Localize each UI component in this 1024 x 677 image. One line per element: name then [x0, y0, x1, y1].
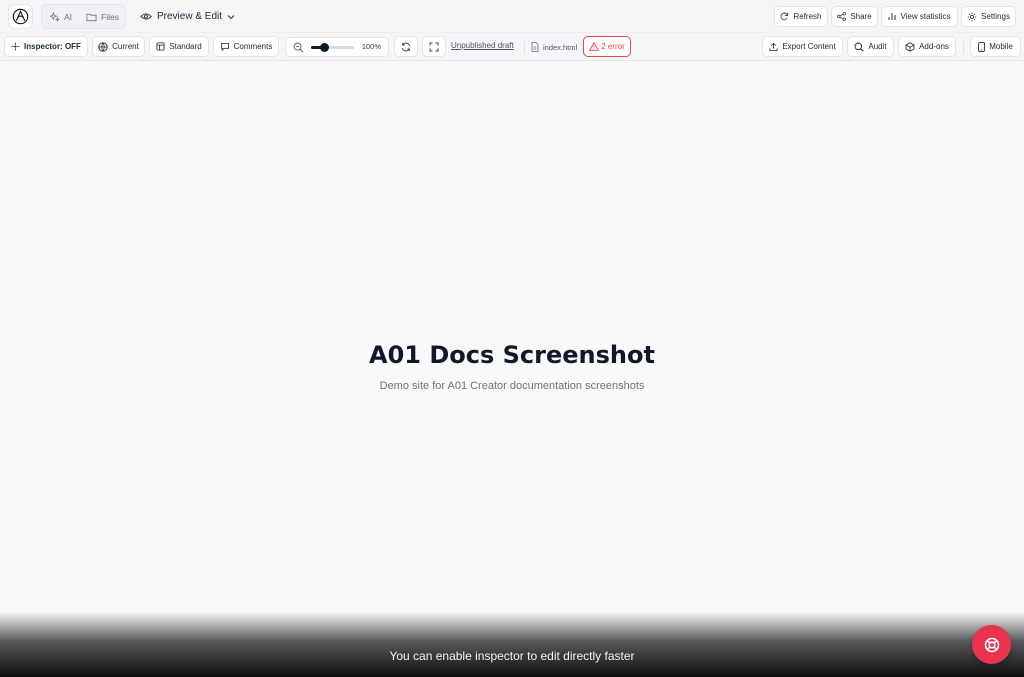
- tab-files[interactable]: Files: [86, 5, 119, 28]
- error-count-label: 2 error: [601, 42, 625, 51]
- zoom-slider[interactable]: [311, 43, 354, 52]
- view-mode-label: Preview & Edit: [157, 11, 223, 22]
- warning-triangle-icon: [589, 42, 600, 51]
- comments-label: Comments: [233, 42, 273, 51]
- standard-layout-button[interactable]: Standard: [149, 36, 209, 57]
- top-bar: AI Files Preview & Edit Refresh Share Vi…: [0, 0, 1024, 33]
- search-icon: [854, 42, 865, 52]
- file-name-label: index.html: [543, 42, 578, 52]
- app-logo[interactable]: [8, 4, 33, 29]
- inspector-label: Inspector: OFF: [24, 42, 81, 51]
- fullscreen-button[interactable]: [422, 36, 446, 57]
- tab-ai[interactable]: AI: [50, 5, 72, 28]
- unpublished-draft-link[interactable]: Unpublished draft: [451, 41, 514, 50]
- zoom-control: 100%: [285, 37, 389, 57]
- toolbar-divider: [524, 41, 525, 54]
- preview-page-title: A01 Docs Screenshot: [369, 341, 655, 369]
- mobile-label: Mobile: [989, 42, 1013, 51]
- bar-chart-icon: [888, 13, 897, 20]
- rotate-button[interactable]: [394, 36, 418, 57]
- refresh-icon: [780, 12, 789, 21]
- globe-icon: [98, 41, 108, 52]
- comments-button[interactable]: Comments: [213, 36, 279, 57]
- add-ons-label: Add-ons: [919, 42, 949, 51]
- fullscreen-icon: [429, 42, 439, 51]
- error-count-button[interactable]: 2 error: [583, 36, 631, 57]
- share-label: Share: [850, 12, 872, 21]
- gear-icon: [967, 12, 977, 21]
- share-icon: [837, 12, 847, 21]
- refresh-button[interactable]: Refresh: [774, 6, 828, 27]
- sync-icon: [401, 42, 411, 51]
- upload-icon: [769, 42, 778, 51]
- toolbar-divider-right: [963, 41, 964, 54]
- lifebuoy-icon: [984, 637, 999, 652]
- view-mode-dropdown[interactable]: Preview & Edit: [140, 8, 235, 25]
- sparkles-icon: [50, 11, 60, 22]
- zoom-percentage: 100%: [361, 42, 381, 51]
- standard-label: Standard: [169, 42, 202, 51]
- smartphone-icon: [978, 41, 986, 52]
- comment-icon: [220, 42, 229, 51]
- view-statistics-button[interactable]: View statistics: [881, 6, 958, 27]
- share-button[interactable]: Share: [831, 6, 878, 27]
- logo-icon: [12, 8, 29, 25]
- zoom-slider-thumb[interactable]: [319, 43, 329, 52]
- layout-icon: [156, 42, 165, 51]
- inspector-toggle[interactable]: Inspector: OFF: [4, 36, 88, 57]
- zoom-out-icon[interactable]: [293, 42, 304, 53]
- chevron-down-icon: [227, 14, 235, 19]
- export-content-button[interactable]: Export Content: [762, 36, 843, 57]
- mobile-device-button[interactable]: Mobile: [970, 36, 1021, 57]
- help-button[interactable]: [972, 625, 1011, 664]
- tab-files-label: Files: [101, 11, 119, 22]
- file-icon: [531, 42, 539, 52]
- eye-icon: [140, 13, 152, 20]
- folder-icon: [86, 13, 97, 21]
- current-label: Current: [112, 42, 139, 51]
- tab-ai-label: AI: [64, 11, 73, 22]
- audit-button[interactable]: Audit: [847, 36, 894, 57]
- settings-button[interactable]: Settings: [961, 6, 1016, 27]
- preview-page-subtitle: Demo site for A01 Creator documentation …: [379, 380, 645, 392]
- add-ons-button[interactable]: Add-ons: [898, 36, 956, 57]
- current-language-button[interactable]: Current: [92, 36, 145, 57]
- settings-label: Settings: [981, 12, 1010, 21]
- hint-banner-background: [0, 612, 1024, 677]
- box-icon: [905, 41, 915, 52]
- view-statistics-label: View statistics: [900, 12, 951, 21]
- export-content-label: Export Content: [782, 42, 836, 51]
- current-file[interactable]: index.html: [531, 40, 577, 54]
- crosshair-icon: [11, 42, 20, 51]
- inspector-hint-text: You can enable inspector to edit directl…: [389, 649, 635, 663]
- mode-switcher: AI Files: [41, 4, 126, 29]
- refresh-label: Refresh: [793, 12, 822, 21]
- audit-label: Audit: [868, 42, 887, 51]
